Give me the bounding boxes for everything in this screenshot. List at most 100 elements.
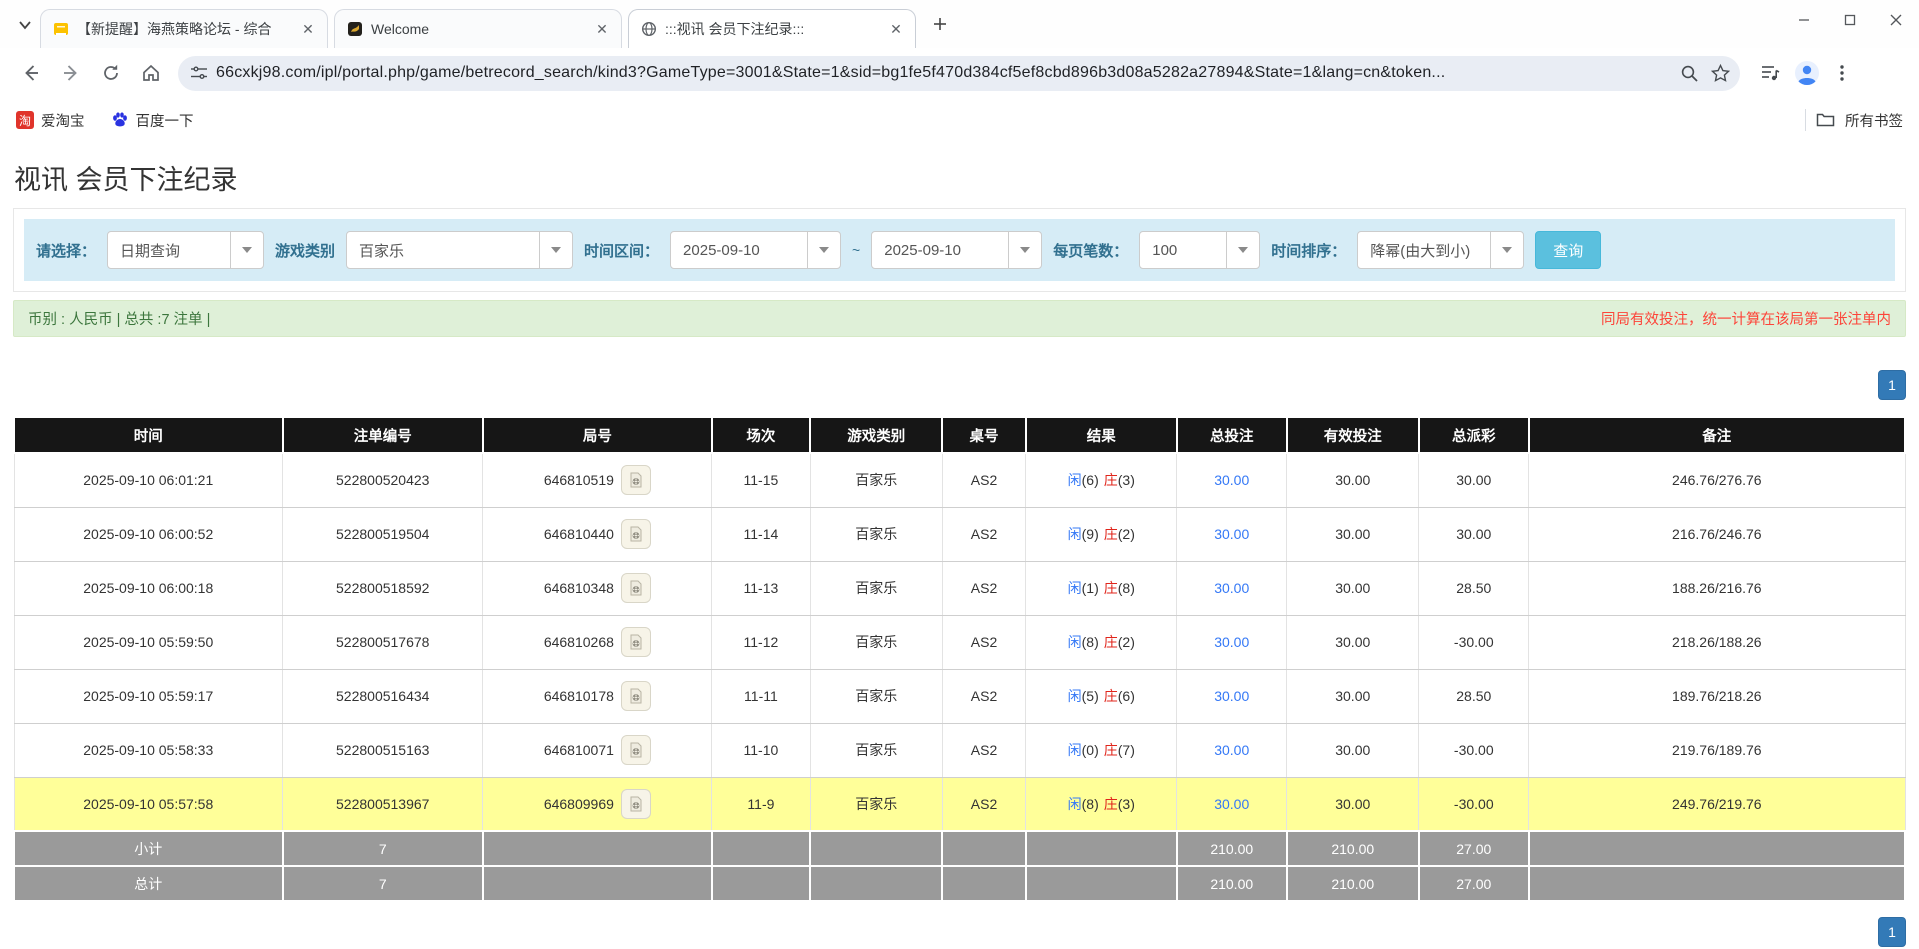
empty-cell xyxy=(1529,866,1905,901)
cell-game: 百家乐 xyxy=(810,777,942,831)
time-range-label: 时间区间： xyxy=(584,240,659,261)
cell-payout: 28.50 xyxy=(1419,561,1529,615)
new-tab-button[interactable] xyxy=(926,10,954,38)
col-result: 结果 xyxy=(1026,417,1177,453)
table-row: 2025-09-10 06:00:18 522800518592 6468103… xyxy=(14,561,1905,615)
bookmark-taobao[interactable]: 淘 爱淘宝 xyxy=(16,110,85,131)
profile-avatar[interactable] xyxy=(1794,60,1820,86)
per-page-select[interactable]: 100 xyxy=(1139,231,1260,269)
round-number: 646810071 xyxy=(544,742,614,758)
dropdown-arrow-icon[interactable] xyxy=(807,232,840,268)
cell-round-id: 646810178 xyxy=(483,669,712,723)
player-label: 闲 xyxy=(1068,688,1082,704)
total-bet-link[interactable]: 30.00 xyxy=(1214,796,1249,812)
forum-favicon-icon xyxy=(53,21,69,37)
cell-valid-bet: 30.00 xyxy=(1287,777,1419,831)
cell-time: 2025-09-10 06:00:52 xyxy=(14,507,283,561)
player-score: (9) xyxy=(1082,526,1099,542)
home-button[interactable] xyxy=(134,56,168,90)
toolbar-right xyxy=(1760,60,1850,86)
video-replay-button[interactable] xyxy=(621,573,651,603)
tab-close-icon[interactable]: ✕ xyxy=(299,20,317,38)
cell-session: 11-11 xyxy=(712,669,810,723)
subtotal-count: 7 xyxy=(283,831,483,866)
cell-table-no: AS2 xyxy=(942,561,1025,615)
table-header-row: 时间 注单编号 局号 场次 游戏类别 桌号 结果 总投注 有效投注 总派彩 备注 xyxy=(14,417,1905,453)
tab-close-icon[interactable]: ✕ xyxy=(887,20,905,38)
media-control-icon[interactable] xyxy=(1760,63,1780,83)
tab-welcome[interactable]: Welcome ✕ xyxy=(334,9,622,48)
cell-remark: 216.76/246.76 xyxy=(1529,507,1905,561)
video-replay-button[interactable] xyxy=(621,519,651,549)
video-replay-button[interactable] xyxy=(621,465,651,495)
dropdown-arrow-icon[interactable] xyxy=(1226,232,1259,268)
tab-close-icon[interactable]: ✕ xyxy=(593,20,611,38)
cell-result: 闲(9)庄(2) xyxy=(1026,507,1177,561)
maximize-button[interactable] xyxy=(1827,0,1873,40)
banker-label: 庄 xyxy=(1104,688,1118,704)
total-bet-link[interactable]: 30.00 xyxy=(1214,580,1249,596)
filter-container: 请选择： 日期查询 游戏类别 百家乐 时间区间： 2025-09-10 ~ 20… xyxy=(13,208,1906,292)
query-button[interactable]: 查询 xyxy=(1535,231,1601,269)
date-from-value: 2025-09-10 xyxy=(671,232,807,268)
tab-forum[interactable]: 【新提醒】海燕策略论坛 - 综合 ✕ xyxy=(40,9,328,48)
empty-cell xyxy=(483,866,712,901)
tab-bet-records-active[interactable]: :::视讯 会员下注纪录::: ✕ xyxy=(628,9,916,48)
page-title: 视讯 会员下注纪录 xyxy=(14,158,1906,197)
reload-button[interactable] xyxy=(94,56,128,90)
page-1-button[interactable]: 1 xyxy=(1878,370,1906,400)
col-game-type: 游戏类别 xyxy=(810,417,942,453)
query-type-select[interactable]: 日期查询 xyxy=(107,231,264,269)
video-replay-button[interactable] xyxy=(621,627,651,657)
dropdown-arrow-icon[interactable] xyxy=(1008,232,1041,268)
cell-time: 2025-09-10 05:59:50 xyxy=(14,615,283,669)
banker-label: 庄 xyxy=(1104,742,1118,758)
sort-label: 时间排序： xyxy=(1271,240,1346,261)
empty-cell xyxy=(712,866,810,901)
col-bet-id: 注单编号 xyxy=(283,417,483,453)
banker-score: (2) xyxy=(1118,634,1135,650)
dropdown-arrow-icon[interactable] xyxy=(539,232,572,268)
player-score: (5) xyxy=(1082,688,1099,704)
page-1-button[interactable]: 1 xyxy=(1878,917,1906,947)
table-row: 2025-09-10 05:59:50 522800517678 6468102… xyxy=(14,615,1905,669)
minimize-button[interactable] xyxy=(1781,0,1827,40)
bookmark-baidu[interactable]: 百度一下 xyxy=(111,110,194,131)
tab-search-button[interactable] xyxy=(10,10,40,40)
video-replay-button[interactable] xyxy=(621,789,651,819)
empty-cell xyxy=(810,831,942,866)
total-bet-link[interactable]: 30.00 xyxy=(1214,526,1249,542)
col-valid-bet: 有效投注 xyxy=(1287,417,1419,453)
total-bet-link[interactable]: 30.00 xyxy=(1214,688,1249,704)
total-bet-link[interactable]: 30.00 xyxy=(1214,472,1249,488)
taobao-icon: 淘 xyxy=(16,111,34,129)
chevron-down-icon xyxy=(18,18,32,32)
player-score: (6) xyxy=(1082,472,1099,488)
banker-score: (2) xyxy=(1118,526,1135,542)
video-replay-button[interactable] xyxy=(621,681,651,711)
total-bet-link[interactable]: 30.00 xyxy=(1214,634,1249,650)
dropdown-arrow-icon[interactable] xyxy=(230,232,263,268)
window-controls xyxy=(1781,0,1919,40)
address-bar[interactable]: 66cxkj98.com/ipl/portal.php/game/betreco… xyxy=(178,56,1740,91)
date-to-select[interactable]: 2025-09-10 xyxy=(871,231,1042,269)
table-row: 2025-09-10 05:58:33 522800515163 6468100… xyxy=(14,723,1905,777)
browser-menu-icon[interactable] xyxy=(1834,64,1850,82)
back-button[interactable] xyxy=(14,56,48,90)
sort-select[interactable]: 降幂(由大到小) xyxy=(1357,231,1524,269)
cell-table-no: AS2 xyxy=(942,615,1025,669)
close-button[interactable] xyxy=(1873,0,1919,40)
cell-round-id: 646810348 xyxy=(483,561,712,615)
all-bookmarks[interactable]: 所有书签 xyxy=(1805,109,1903,131)
game-type-select[interactable]: 百家乐 xyxy=(346,231,573,269)
zoom-icon[interactable] xyxy=(1680,64,1699,83)
video-replay-button[interactable] xyxy=(621,735,651,765)
url-text[interactable]: 66cxkj98.com/ipl/portal.php/game/betreco… xyxy=(216,64,1672,82)
bookmark-star-icon[interactable] xyxy=(1711,64,1730,83)
date-from-select[interactable]: 2025-09-10 xyxy=(670,231,841,269)
total-bet-link[interactable]: 30.00 xyxy=(1214,742,1249,758)
dropdown-arrow-icon[interactable] xyxy=(1490,232,1523,268)
site-settings-tune-icon[interactable] xyxy=(190,64,208,82)
cell-valid-bet: 30.00 xyxy=(1287,723,1419,777)
forward-button[interactable] xyxy=(54,56,88,90)
